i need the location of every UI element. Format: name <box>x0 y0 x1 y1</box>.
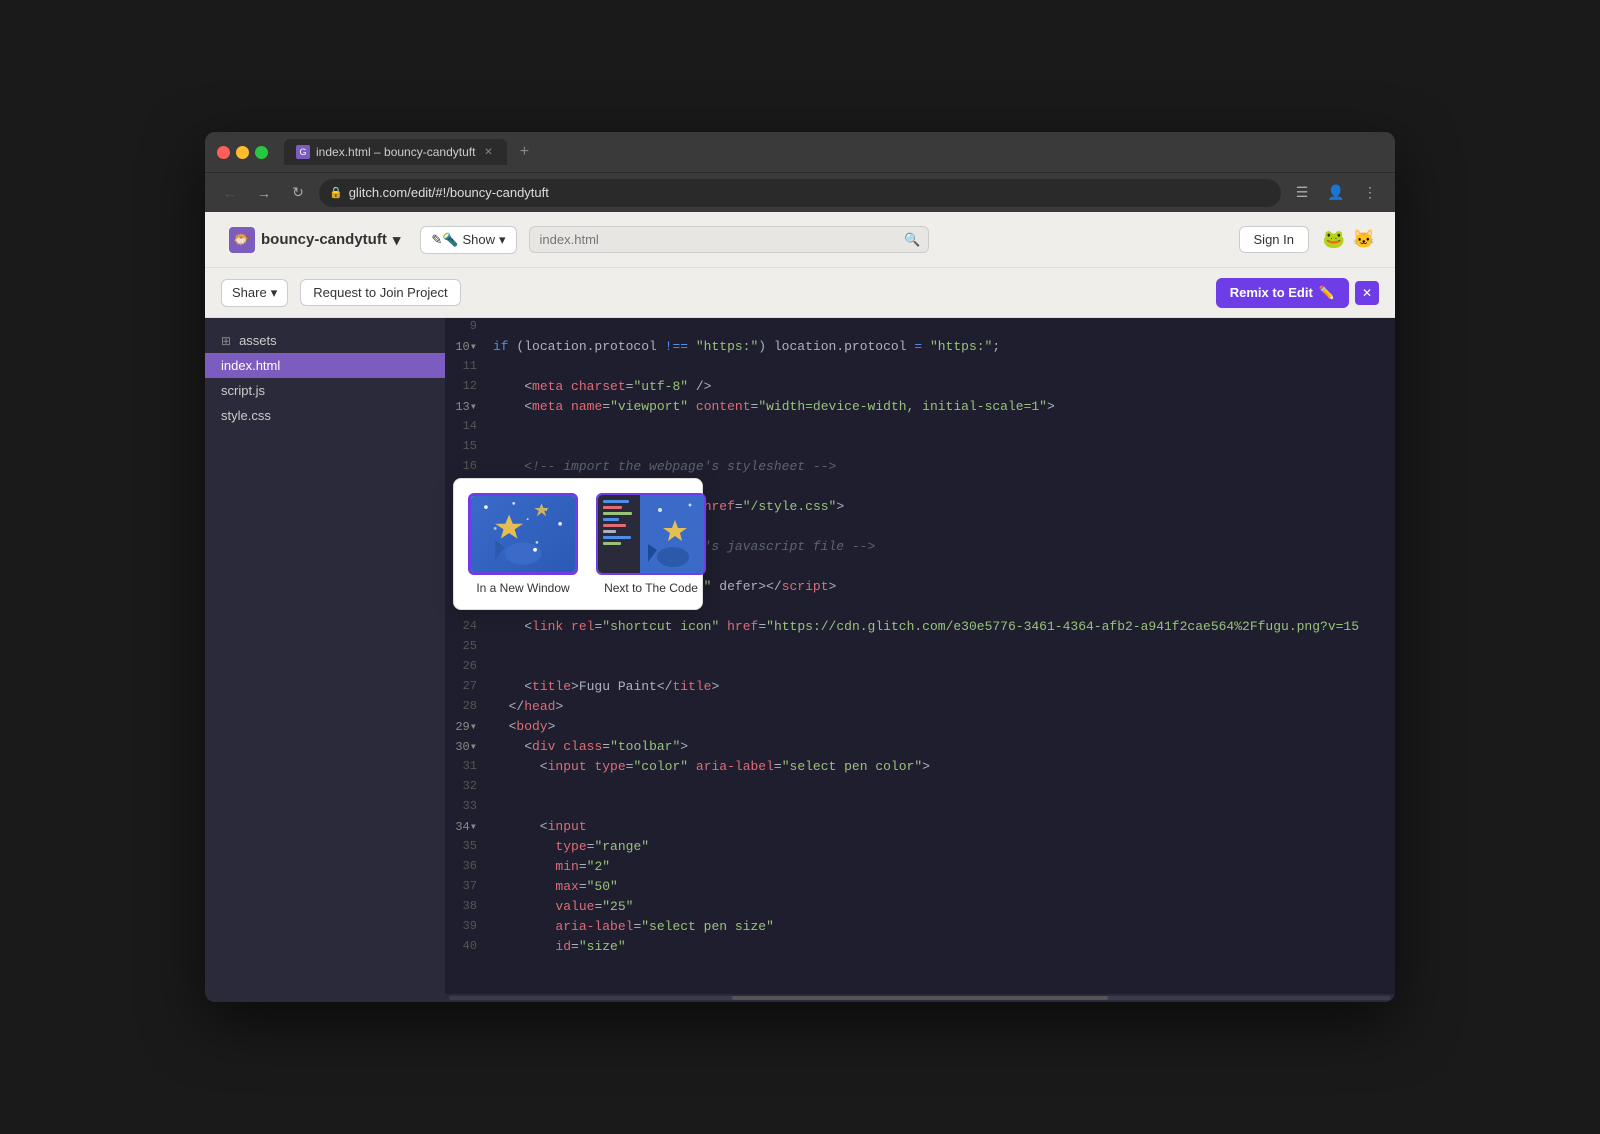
project-name-label: bouncy-candytuft <box>261 231 387 248</box>
code-line: 33 <box>445 798 1395 818</box>
nav-bar: ← → ↻ 🔒 glitch.com/edit/#!/bouncy-candyt… <box>205 172 1395 212</box>
file-search-input[interactable] <box>529 226 929 253</box>
code-line: 11 <box>445 358 1395 378</box>
style-css-label: style.css <box>221 408 271 423</box>
code-line: 39 aria-label="select pen size" <box>445 918 1395 938</box>
scrollbar-thumb[interactable] <box>732 996 1109 1000</box>
show-button[interactable]: ✎🔦 Show ▾ <box>420 226 516 254</box>
refresh-button[interactable]: ↻ <box>285 180 311 206</box>
code-line: 15 <box>445 438 1395 458</box>
profile-button[interactable]: 👤 <box>1323 180 1349 206</box>
show-chevron-icon: ▾ <box>499 232 506 248</box>
code-line: 30▾ <div class="toolbar"> <box>445 738 1395 758</box>
traffic-lights <box>217 146 268 159</box>
avatar-group: 🐸 🐱 <box>1319 225 1379 255</box>
code-line: 10▾ if (location.protocol !== "https:") … <box>445 338 1395 358</box>
avatar-2: 🐱 <box>1349 225 1379 255</box>
code-line: 28 </head> <box>445 698 1395 718</box>
tab-close-button[interactable]: ✕ <box>481 145 495 159</box>
share-button[interactable]: Share ▾ <box>221 279 288 307</box>
secure-icon: 🔒 <box>329 186 343 199</box>
nav-icons: ☰ 👤 ⋮ <box>1289 180 1383 206</box>
sidebar-item-script-js[interactable]: script.js <box>205 378 445 403</box>
show-icon: ✎🔦 <box>431 232 458 248</box>
remix-label: Remix to Edit <box>1230 285 1313 300</box>
next-to-code-preview <box>596 493 706 575</box>
code-editor[interactable]: 9 10▾ if (location.protocol !== "https:"… <box>445 318 1395 1002</box>
sidebar: ⊞ assets index.html script.js style.css <box>205 318 445 1002</box>
more-menu-button[interactable]: ⋮ <box>1357 180 1383 206</box>
share-label: Share <box>232 285 267 300</box>
code-line: 16 <!-- import the webpage's stylesheet … <box>445 458 1395 478</box>
code-line: 26 <box>445 658 1395 678</box>
project-chevron-icon: ▾ <box>393 231 401 249</box>
scrollbar-track <box>449 996 1391 1000</box>
code-line: 31 <input type="color" aria-label="selec… <box>445 758 1395 778</box>
project-icon: 🐡 <box>229 227 255 253</box>
code-line: 13▾ <meta name="viewport" content="width… <box>445 398 1395 418</box>
code-line: 32 <box>445 778 1395 798</box>
next-to-code-label: Next to The Code <box>604 581 698 595</box>
code-line: 12 <meta charset="utf-8" /> <box>445 378 1395 398</box>
remix-pencil-icon: ✏️ <box>1319 285 1335 301</box>
app-toolbar-2: Share ▾ Request to Join Project Remix to… <box>205 268 1395 318</box>
minimize-window-button[interactable] <box>236 146 249 159</box>
new-window-label: In a New Window <box>476 581 569 595</box>
sign-in-button[interactable]: Sign In <box>1239 226 1309 253</box>
browser-window: G index.html – bouncy-candytuft ✕ + ← → … <box>205 132 1395 1002</box>
code-line: 37 max="50" <box>445 878 1395 898</box>
script-js-label: script.js <box>221 383 265 398</box>
avatar-1: 🐸 <box>1319 225 1349 255</box>
forward-button[interactable]: → <box>251 180 277 206</box>
toolbar-right: Sign In 🐸 🐱 <box>1239 225 1379 255</box>
sidebar-item-index-html[interactable]: index.html <box>205 353 445 378</box>
sidebar-item-style-css[interactable]: style.css <box>205 403 445 428</box>
tab-bar: G index.html – bouncy-candytuft ✕ + <box>284 139 1383 165</box>
horizontal-scrollbar[interactable] <box>445 994 1395 1002</box>
extensions-button[interactable]: ☰ <box>1289 180 1315 206</box>
assets-label: assets <box>239 333 277 348</box>
address-bar[interactable]: 🔒 glitch.com/edit/#!/bouncy-candytuft <box>319 179 1281 207</box>
code-line: 25 <box>445 638 1395 658</box>
code-line: 35 type="range" <box>445 838 1395 858</box>
sidebar-item-assets[interactable]: ⊞ assets <box>205 328 445 353</box>
code-line: 9 <box>445 318 1395 338</box>
close-remix-button[interactable]: ✕ <box>1355 281 1379 305</box>
app-toolbar: 🐡 bouncy-candytuft ▾ ✎🔦 Show ▾ 🔍 Sign In… <box>205 212 1395 268</box>
tab-title: index.html – bouncy-candytuft <box>316 145 475 159</box>
main-content: ⊞ assets index.html script.js style.css … <box>205 318 1395 1002</box>
project-name-button[interactable]: 🐡 bouncy-candytuft ▾ <box>221 223 408 257</box>
new-tab-button[interactable]: + <box>511 139 537 165</box>
show-in-new-window-option[interactable]: In a New Window <box>464 489 582 599</box>
code-line: 40 id="size" <box>445 938 1395 958</box>
remix-to-edit-button[interactable]: Remix to Edit ✏️ <box>1216 278 1349 308</box>
code-line: 24 <link rel="shortcut icon" href="https… <box>445 618 1395 638</box>
index-html-label: index.html <box>221 358 280 373</box>
show-next-to-code-option[interactable]: Next to The Code <box>592 489 710 599</box>
file-search: 🔍 <box>529 226 929 253</box>
new-window-preview <box>468 493 578 575</box>
close-window-button[interactable] <box>217 146 230 159</box>
tab-favicon: G <box>296 145 310 159</box>
code-line: 34▾ <input <box>445 818 1395 838</box>
assets-icon: ⊞ <box>221 334 231 348</box>
browser-tab-active[interactable]: G index.html – bouncy-candytuft ✕ <box>284 139 507 165</box>
back-button[interactable]: ← <box>217 180 243 206</box>
url-text: glitch.com/edit/#!/bouncy-candytuft <box>349 185 549 200</box>
maximize-window-button[interactable] <box>255 146 268 159</box>
title-bar: G index.html – bouncy-candytuft ✕ + <box>205 132 1395 172</box>
share-chevron-icon: ▾ <box>271 285 278 301</box>
code-line: 29▾ <body> <box>445 718 1395 738</box>
code-line: 38 value="25" <box>445 898 1395 918</box>
code-line: 27 <title>Fugu Paint</title> <box>445 678 1395 698</box>
show-label: Show <box>462 232 495 247</box>
request-join-button[interactable]: Request to Join Project <box>300 279 460 306</box>
show-dropdown: In a New Window <box>453 478 703 610</box>
search-icon: 🔍 <box>904 232 920 248</box>
code-line: 36 min="2" <box>445 858 1395 878</box>
code-line: 14 <box>445 418 1395 438</box>
